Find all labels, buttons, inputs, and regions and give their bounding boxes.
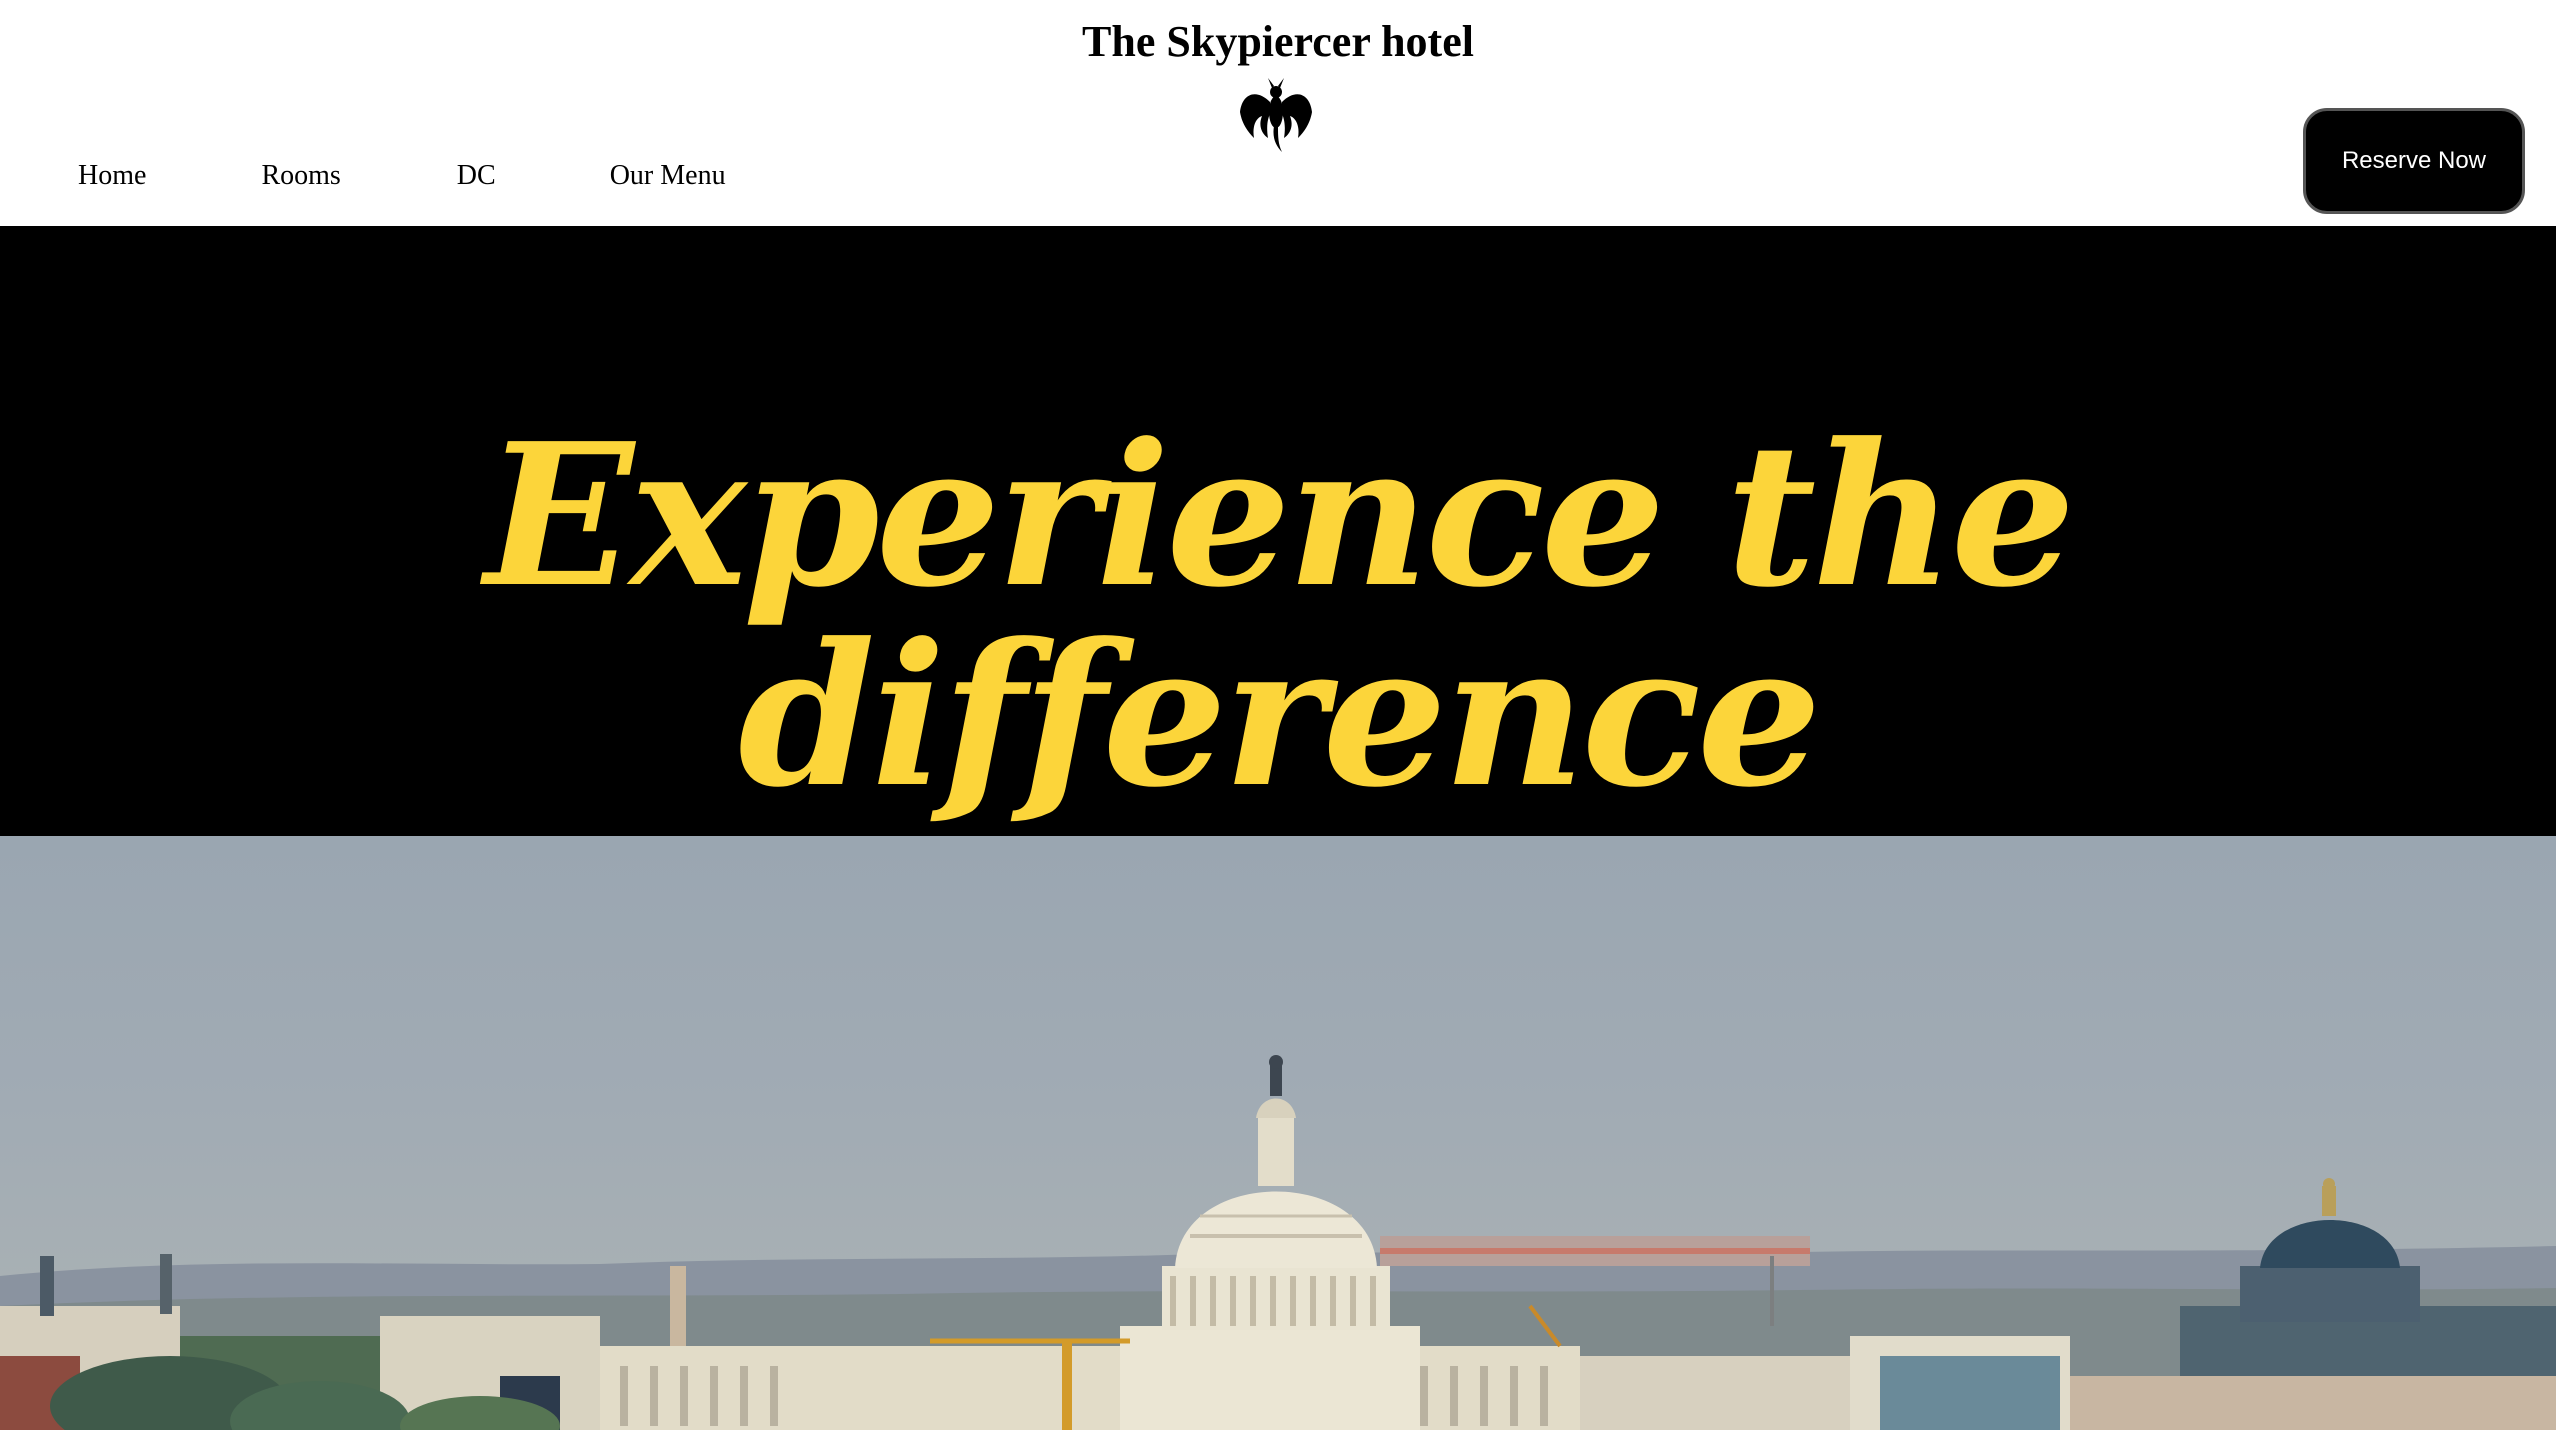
nav-item-home[interactable]: Home [78,158,146,194]
hotel-name: The Skypiercer hotel [1082,17,1474,66]
nav-item-rooms[interactable]: Rooms [261,158,340,194]
hero-tagline: Experience the difference [484,401,2076,831]
nav-item-our-menu[interactable]: Our Menu [610,158,726,194]
capitol-skyline-image [0,836,2556,1430]
hero-banner: Experience the difference [0,226,2556,836]
winged-creature-icon[interactable] [1236,68,1316,154]
nav-item-dc[interactable]: DC [457,158,496,194]
site-header: The Skypiercer hotel Home Rooms DC Our M… [0,0,2556,226]
main-nav: Home Rooms DC Our Menu [78,158,726,194]
reserve-now-button[interactable]: Reserve Now [2303,108,2525,214]
brand: The Skypiercer hotel [0,14,2556,70]
